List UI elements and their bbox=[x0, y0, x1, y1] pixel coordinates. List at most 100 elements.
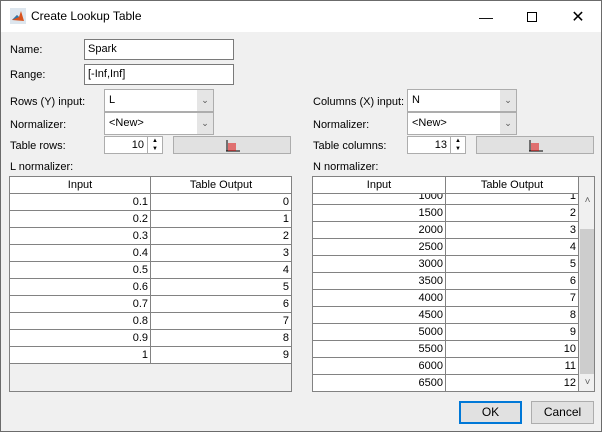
input-cell[interactable]: 0.4 bbox=[10, 245, 151, 262]
table-row[interactable]: 0.8 7 bbox=[10, 313, 291, 330]
table-row[interactable]: 2000 3 bbox=[313, 222, 579, 239]
input-cell[interactable]: 2500 bbox=[313, 239, 446, 256]
output-cell[interactable]: 7 bbox=[151, 313, 291, 330]
cols-input-select[interactable]: N ⌄ bbox=[407, 89, 517, 112]
input-cell[interactable]: 0.3 bbox=[10, 228, 151, 245]
l-normalizer-table[interactable]: 0.1 0 0.2 1 0.3 2 0.4 3 0.5 4 0.6 5 0.7 6 0.8 7 0.9 8 1 9 In… bbox=[9, 176, 292, 392]
cancel-button[interactable]: Cancel bbox=[531, 401, 594, 424]
table-row[interactable]: 19 bbox=[10, 347, 291, 364]
input-cell[interactable]: 1500 bbox=[313, 205, 446, 222]
output-cell[interactable]: 8 bbox=[446, 307, 579, 324]
cols-input-value: N bbox=[412, 94, 420, 106]
ok-button[interactable]: OK bbox=[459, 401, 522, 424]
output-cell[interactable]: 5 bbox=[151, 279, 291, 296]
table-row[interactable]: 0.2 1 bbox=[10, 211, 291, 228]
input-cell[interactable]: 3000 bbox=[313, 256, 446, 273]
table-cols-input[interactable]: 13 bbox=[407, 136, 451, 154]
scroll-up-icon[interactable]: ˄ bbox=[579, 195, 594, 206]
output-cell[interactable]: 10 bbox=[446, 341, 579, 358]
output-cell[interactable]: 7 bbox=[446, 290, 579, 307]
input-cell[interactable]: 0.2 bbox=[10, 211, 151, 228]
left-table-title: L normalizer: bbox=[10, 161, 74, 173]
output-cell[interactable]: 8 bbox=[151, 330, 291, 347]
output-cell[interactable]: 9 bbox=[446, 324, 579, 341]
rows-input-select[interactable]: L ⌄ bbox=[104, 89, 214, 112]
table-row[interactable]: 0.4 3 bbox=[10, 245, 291, 262]
scrollbar-thumb[interactable] bbox=[580, 229, 594, 374]
output-cell[interactable]: 0 bbox=[151, 194, 291, 211]
input-cell[interactable]: 0.9 bbox=[10, 330, 151, 347]
input-cell[interactable]: 6500 bbox=[313, 375, 446, 391]
input-cell[interactable]: 0.7 bbox=[10, 296, 151, 313]
output-cell[interactable]: 4 bbox=[446, 239, 579, 256]
output-cell[interactable]: 2 bbox=[151, 228, 291, 245]
input-cell[interactable]: 5500 bbox=[313, 341, 446, 358]
table-row[interactable]: 0.7 6 bbox=[10, 296, 291, 313]
minimize-button[interactable]: — bbox=[463, 1, 509, 32]
table-row[interactable]: 1500 2 bbox=[313, 205, 579, 222]
table-row[interactable]: 5000 9 bbox=[313, 324, 579, 341]
name-input[interactable]: Spark bbox=[84, 39, 234, 60]
input-cell[interactable]: 0.5 bbox=[10, 262, 151, 279]
right-table-title: N normalizer: bbox=[313, 161, 379, 173]
scrollbar[interactable]: ˄ ˅ bbox=[579, 177, 594, 391]
table-rows-stepper[interactable]: ▲ ▼ bbox=[147, 136, 163, 154]
input-cell[interactable]: 0.6 bbox=[10, 279, 151, 296]
table-row[interactable]: 0.5 4 bbox=[10, 262, 291, 279]
output-cell[interactable]: 9 bbox=[151, 347, 291, 364]
output-cell[interactable]: 11 bbox=[446, 358, 579, 375]
n-normalizer-table[interactable]: 1000 1 1500 2 2000 3 2500 4 3000 5 3500 6 4000 7 4500 8… bbox=[312, 176, 595, 392]
rows-normalizer-select[interactable]: <New> ⌄ bbox=[104, 112, 214, 135]
plot-icon bbox=[226, 140, 240, 152]
input-cell[interactable]: 0.8 bbox=[10, 313, 151, 330]
table-row[interactable]: 3500 6 bbox=[313, 273, 579, 290]
maximize-button[interactable] bbox=[509, 1, 555, 32]
close-button[interactable]: ✕ bbox=[555, 1, 601, 32]
table-cols-stepper[interactable]: ▲ ▼ bbox=[450, 136, 466, 154]
table-row[interactable]: 0.3 2 bbox=[10, 228, 291, 245]
input-cell[interactable]: 5000 bbox=[313, 324, 446, 341]
column-header-input[interactable]: Input bbox=[10, 177, 151, 194]
input-cell[interactable]: 2000 bbox=[313, 222, 446, 239]
input-cell[interactable]: 3500 bbox=[313, 273, 446, 290]
cols-normalizer-select[interactable]: <New> ⌄ bbox=[407, 112, 517, 135]
input-cell[interactable]: 0.1 bbox=[10, 194, 151, 211]
cols-normalizer-label: Normalizer: bbox=[313, 119, 370, 131]
output-cell[interactable]: 6 bbox=[446, 273, 579, 290]
table-row[interactable]: 4500 8 bbox=[313, 307, 579, 324]
output-cell[interactable]: 5 bbox=[446, 256, 579, 273]
plot-cols-button[interactable] bbox=[476, 136, 594, 154]
minimize-icon: — bbox=[479, 8, 493, 25]
input-cell[interactable]: 4500 bbox=[313, 307, 446, 324]
table-row[interactable]: 0.6 5 bbox=[10, 279, 291, 296]
table-row[interactable]: 6500 12 bbox=[313, 375, 579, 391]
output-cell[interactable]: 6 bbox=[151, 296, 291, 313]
table-row[interactable]: 2500 4 bbox=[313, 239, 579, 256]
column-header-input[interactable]: Input bbox=[313, 177, 446, 194]
output-cell[interactable]: 4 bbox=[151, 262, 291, 279]
column-header-output[interactable]: Table Output bbox=[151, 177, 291, 194]
rows-input-value: L bbox=[109, 94, 116, 106]
range-input[interactable]: [-Inf,Inf] bbox=[84, 64, 234, 85]
rows-normalizer-value: <New> bbox=[109, 117, 144, 129]
table-row[interactable]: 6000 11 bbox=[313, 358, 579, 375]
table-row[interactable]: 0.9 8 bbox=[10, 330, 291, 347]
table-row[interactable]: 4000 7 bbox=[313, 290, 579, 307]
chevron-down-icon: ⌄ bbox=[197, 113, 213, 134]
table-row[interactable]: 0.1 0 bbox=[10, 194, 291, 211]
input-cell[interactable]: 4000 bbox=[313, 290, 446, 307]
output-cell[interactable]: 1 bbox=[151, 211, 291, 228]
table-rows-input[interactable]: 10 bbox=[104, 136, 148, 154]
table-row[interactable]: 5500 10 bbox=[313, 341, 579, 358]
input-cell[interactable]: 1 bbox=[10, 347, 151, 364]
cols-normalizer-value: <New> bbox=[412, 117, 447, 129]
output-cell[interactable]: 3 bbox=[151, 245, 291, 262]
input-cell[interactable]: 6000 bbox=[313, 358, 446, 375]
scroll-down-icon[interactable]: ˅ bbox=[579, 377, 594, 388]
table-row[interactable]: 3000 5 bbox=[313, 256, 579, 273]
output-cell[interactable]: 3 bbox=[446, 222, 579, 239]
output-cell[interactable]: 2 bbox=[446, 205, 579, 222]
column-header-output[interactable]: Table Output bbox=[446, 177, 579, 194]
plot-rows-button[interactable] bbox=[173, 136, 291, 154]
output-cell[interactable]: 12 bbox=[446, 375, 579, 391]
